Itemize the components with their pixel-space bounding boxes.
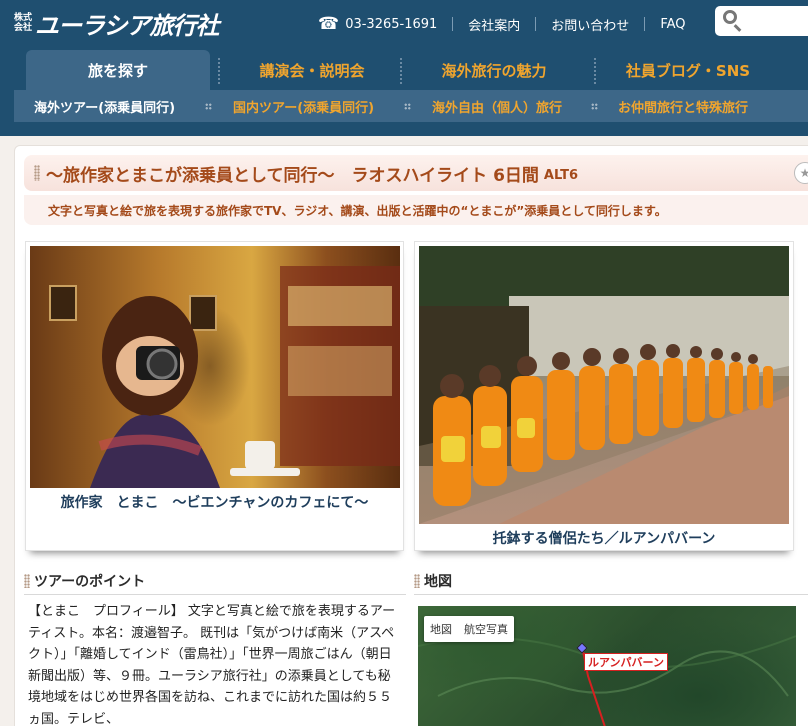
tour-title-bar: 〜旅作家とまこが添乗員として同行〜 ラオスハイライト 6日間 ALT6 (24, 155, 808, 191)
sub-nav: 海外ツアー(添乗員同行) 国内ツアー(添乗員同行) 海外自由（個人）旅行 お仲間… (14, 90, 808, 122)
subnav-overseas-tours[interactable]: 海外ツアー(添乗員同行) (34, 90, 175, 122)
photo-caption-tomako: 旅作家 とまこ 〜ビエンチャンのカフェにて〜 (60, 495, 369, 511)
divider (452, 17, 454, 31)
map-type-map-button[interactable]: 地図 (424, 616, 458, 642)
tab-lectures[interactable]: 講演会・説明会 (220, 50, 404, 90)
section-title-map: 地図 (414, 570, 452, 592)
main-nav: 旅を探す 講演会・説明会 海外旅行の魅力 社員ブログ・SNS (14, 50, 808, 90)
logo-name: ユーラシア旅行社 (35, 11, 220, 40)
tour-subtitle: 文字と写真と絵で旅を表現する旅作家でTV、ラジオ、講演、出版と活躍中の“とまこが… (48, 203, 667, 218)
logo-kabushiki: 株式 会社 (14, 13, 32, 33)
tour-map[interactable]: 地図 航空写真 ルアンパバーン (418, 606, 796, 726)
phone-number[interactable]: ☎ 03-3265-1691 (318, 14, 437, 34)
photo-tomako-cafe (30, 246, 400, 488)
tour-title-text: 〜旅作家とまこが添乗員として同行〜 ラオスハイライト 6日間 (46, 165, 539, 186)
search-input[interactable] (715, 6, 808, 36)
logo-top-text: 株式 (14, 13, 33, 23)
tab-staff-blog[interactable]: 社員ブログ・SNS (596, 50, 780, 90)
divider (535, 17, 537, 31)
logo-bottom-text: 会社 (14, 23, 33, 33)
section-title-points-text: ツアーのポイント (34, 574, 146, 590)
link-faq[interactable]: FAQ (660, 17, 685, 32)
grip-icon (34, 165, 40, 181)
subnav-divider-icon (205, 103, 212, 110)
phone-icon: ☎ (318, 14, 340, 34)
top-links: ☎ 03-3265-1691 会社案内 お問い合わせ FAQ (318, 14, 686, 34)
tab-travel-appeal[interactable]: 海外旅行の魅力 (402, 50, 586, 90)
section-divider (24, 594, 406, 595)
link-company[interactable]: 会社案内 (468, 15, 520, 34)
tour-subtitle-bar: 文字と写真と絵で旅を表現する旅作家でTV、ラジオ、講演、出版と活躍中の“とまこが… (24, 195, 808, 225)
site-logo[interactable]: 株式 会社 ユーラシア旅行社 (14, 8, 220, 40)
photo-monks-alms (419, 246, 789, 524)
map-marker-label: ルアンパバーン (584, 653, 669, 671)
photo-card-monks: 托鉢する僧侶たち／ルアンパバーン (414, 241, 794, 551)
photo-caption-monks: 托鉢する僧侶たち／ルアンパバーン (492, 531, 716, 547)
section-title-map-text: 地図 (424, 574, 452, 590)
photo-card-tomako: 旅作家 とまこ 〜ビエンチャンのカフェにて〜 (25, 241, 404, 551)
photo-monks-illustration (419, 246, 789, 524)
tab-search-tours[interactable]: 旅を探す (26, 50, 210, 90)
section-divider (414, 594, 808, 595)
section-title-points: ツアーのポイント (24, 570, 145, 592)
grip-icon (414, 574, 420, 588)
photo-tomako-illustration (49, 266, 400, 488)
tour-points-text: 【とまこ プロフィール】 文字と写真と絵で旅を表現するアーティスト。本名：渡邉智… (28, 604, 396, 726)
subnav-group-special[interactable]: お仲間旅行と特殊旅行 (618, 90, 748, 122)
map-type-satellite-button[interactable]: 航空写真 (458, 616, 514, 642)
subnav-domestic-tours[interactable]: 国内ツアー(添乗員同行) (233, 90, 374, 122)
tour-code: ALT6 (543, 167, 579, 183)
link-contact[interactable]: お問い合わせ (551, 15, 629, 34)
subnav-independent-travel[interactable]: 海外自由（個人）旅行 (432, 90, 562, 122)
tour-title: 〜旅作家とまこが添乗員として同行〜 ラオスハイライト 6日間 ALT6 (46, 155, 578, 191)
grip-icon (24, 574, 30, 588)
phone-text: 03-3265-1691 (345, 16, 438, 32)
subnav-divider-icon (591, 103, 598, 110)
divider (644, 17, 646, 31)
site-header: 株式 会社 ユーラシア旅行社 ☎ 03-3265-1691 会社案内 お問い合わ… (0, 0, 808, 136)
search-icon[interactable] (723, 10, 737, 24)
subnav-divider-icon (404, 103, 411, 110)
map-type-toggle: 地図 航空写真 (424, 616, 514, 642)
